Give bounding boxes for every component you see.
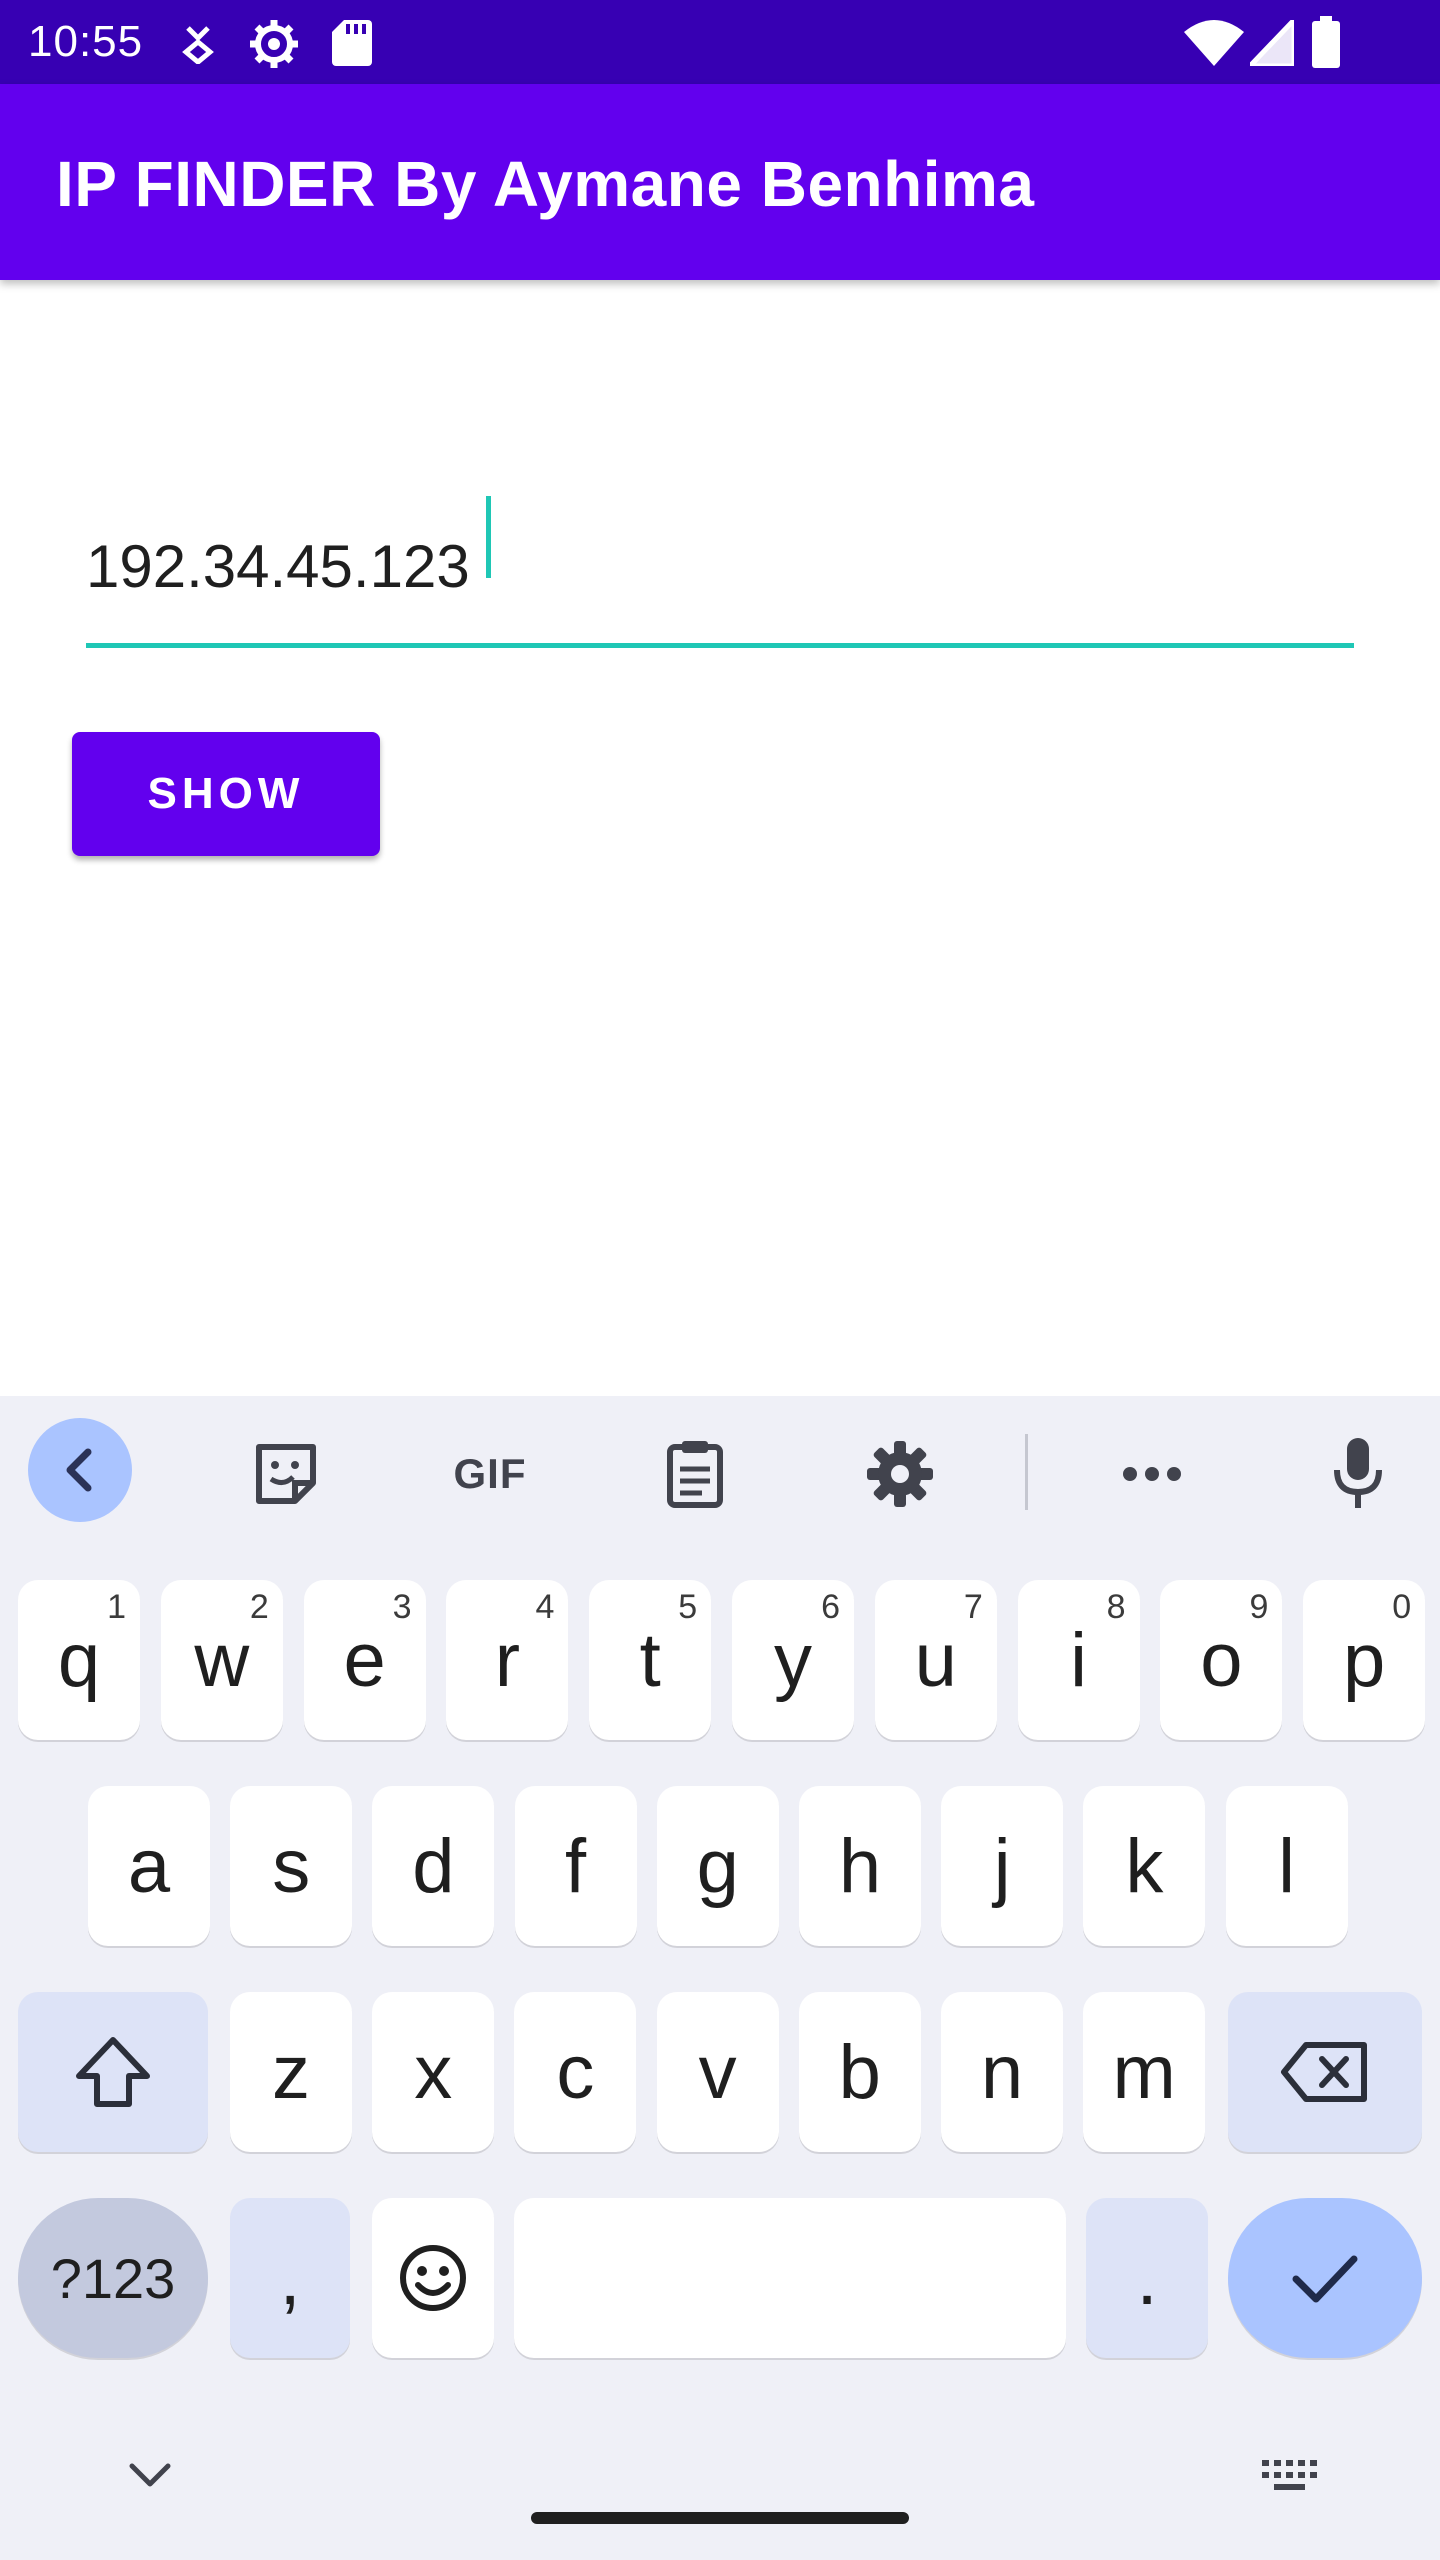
key-label: u [914, 1617, 957, 1703]
gif-button[interactable]: GIF [440, 1434, 540, 1514]
key-hint: 9 [1249, 1588, 1269, 1626]
keyboard-settings-button[interactable] [850, 1434, 950, 1514]
key-y[interactable]: y6 [732, 1580, 854, 1740]
clipboard-icon [667, 1441, 723, 1508]
signal-icon [1250, 20, 1294, 66]
emoji-key[interactable] [372, 2198, 494, 2358]
key-q[interactable]: q1 [18, 1580, 140, 1740]
clipboard-button[interactable] [645, 1434, 745, 1514]
checkmark-icon [1292, 2255, 1358, 2303]
mic-icon [1334, 1438, 1382, 1508]
ip-address-input[interactable] [86, 490, 1354, 648]
key-e[interactable]: e3 [303, 1580, 426, 1740]
battery-icon [1312, 16, 1340, 68]
backspace-key[interactable] [1228, 1992, 1422, 2152]
shift-icon [76, 2037, 150, 2107]
key-s[interactable]: s [230, 1786, 353, 1946]
shift-key[interactable] [18, 1992, 208, 2152]
enter-key[interactable] [1228, 2198, 1422, 2358]
key-label: e [343, 1617, 386, 1703]
key-label: r [494, 1617, 521, 1703]
voice-input-button[interactable] [1308, 1434, 1408, 1514]
settings-gear-icon [867, 1441, 933, 1507]
backspace-icon [1281, 2042, 1367, 2102]
key-label: o [1200, 1617, 1243, 1703]
key-i[interactable]: i8 [1017, 1580, 1140, 1740]
key-k[interactable]: k [1083, 1786, 1206, 1946]
key-label: t [639, 1617, 661, 1703]
key-d[interactable]: d [372, 1786, 495, 1946]
wifi-icon [1184, 20, 1244, 66]
space-key[interactable] [514, 2198, 1066, 2358]
key-z[interactable]: z [230, 1992, 352, 2152]
key-j[interactable]: j [941, 1786, 1064, 1946]
key-label: w [194, 1617, 250, 1703]
symbols-key[interactable]: ?123 [18, 2198, 208, 2358]
key-f[interactable]: f [514, 1786, 637, 1946]
key-hint: 2 [249, 1588, 269, 1626]
status-time: 10:55 [28, 17, 144, 66]
key-hint: 0 [1392, 1588, 1412, 1626]
show-button[interactable]: SHOW [72, 732, 380, 856]
sticker-icon [256, 1444, 316, 1504]
status-bar: 10:55 [0, 0, 1440, 84]
sd-card-icon [332, 20, 372, 66]
key-hint: 8 [1106, 1588, 1126, 1626]
chevron-left-icon [66, 1448, 92, 1492]
app-bar: IP FINDER By Aymane Benhima [0, 84, 1440, 280]
hide-keyboard-chevron-icon[interactable] [128, 2462, 172, 2488]
key-hint: 6 [821, 1588, 840, 1626]
keyboard-toolbar: GIF [0, 1396, 1440, 1546]
key-b[interactable]: b [798, 1992, 921, 2152]
toolbar-divider [1025, 1434, 1028, 1510]
key-r[interactable]: r4 [446, 1580, 569, 1740]
gif-label: GIF [453, 1450, 527, 1497]
emoji-icon [400, 2245, 466, 2311]
key-c[interactable]: c [514, 1992, 637, 2152]
more-horizontal-icon [1123, 1467, 1181, 1481]
key-x[interactable]: x [372, 1992, 495, 2152]
key-w[interactable]: w2 [160, 1580, 283, 1740]
key-hint: 7 [963, 1588, 983, 1626]
key-o[interactable]: o9 [1160, 1580, 1283, 1740]
more-button[interactable] [1102, 1434, 1202, 1514]
key-a[interactable]: a [88, 1786, 210, 1946]
key-n[interactable]: n [941, 1992, 1063, 2152]
app-title: IP FINDER By Aymane Benhima [56, 148, 1035, 220]
period-key[interactable]: . [1086, 2198, 1208, 2358]
keyboard-switch-icon[interactable] [1262, 2460, 1318, 2494]
gesture-nav-handle[interactable] [531, 2512, 909, 2524]
key-hint: 3 [392, 1588, 412, 1626]
key-m[interactable]: m [1083, 1992, 1206, 2152]
key-v[interactable]: v [656, 1992, 779, 2152]
keyboard-back-button[interactable] [28, 1418, 132, 1522]
key-u[interactable]: u7 [874, 1580, 997, 1740]
key-label: q [57, 1617, 101, 1703]
key-hint: 5 [678, 1588, 698, 1626]
key-label: y [774, 1617, 812, 1703]
key-hint: 1 [107, 1588, 126, 1626]
key-label: p [1343, 1617, 1386, 1703]
key-hint: 4 [535, 1588, 555, 1626]
key-label: i [1070, 1617, 1088, 1703]
sticker-button[interactable] [236, 1434, 336, 1514]
key-g[interactable]: g [656, 1786, 779, 1946]
comma-key[interactable]: , [230, 2198, 350, 2358]
key-p[interactable]: p0 [1303, 1580, 1426, 1740]
text-cursor [486, 496, 491, 578]
settings-gear-icon [250, 20, 298, 68]
network-speed-icon [182, 26, 214, 64]
key-l[interactable]: l [1225, 1786, 1348, 1946]
soft-keyboard: GIF [0, 1396, 1440, 2560]
key-h[interactable]: h [799, 1786, 921, 1946]
key-t[interactable]: t5 [589, 1580, 712, 1740]
